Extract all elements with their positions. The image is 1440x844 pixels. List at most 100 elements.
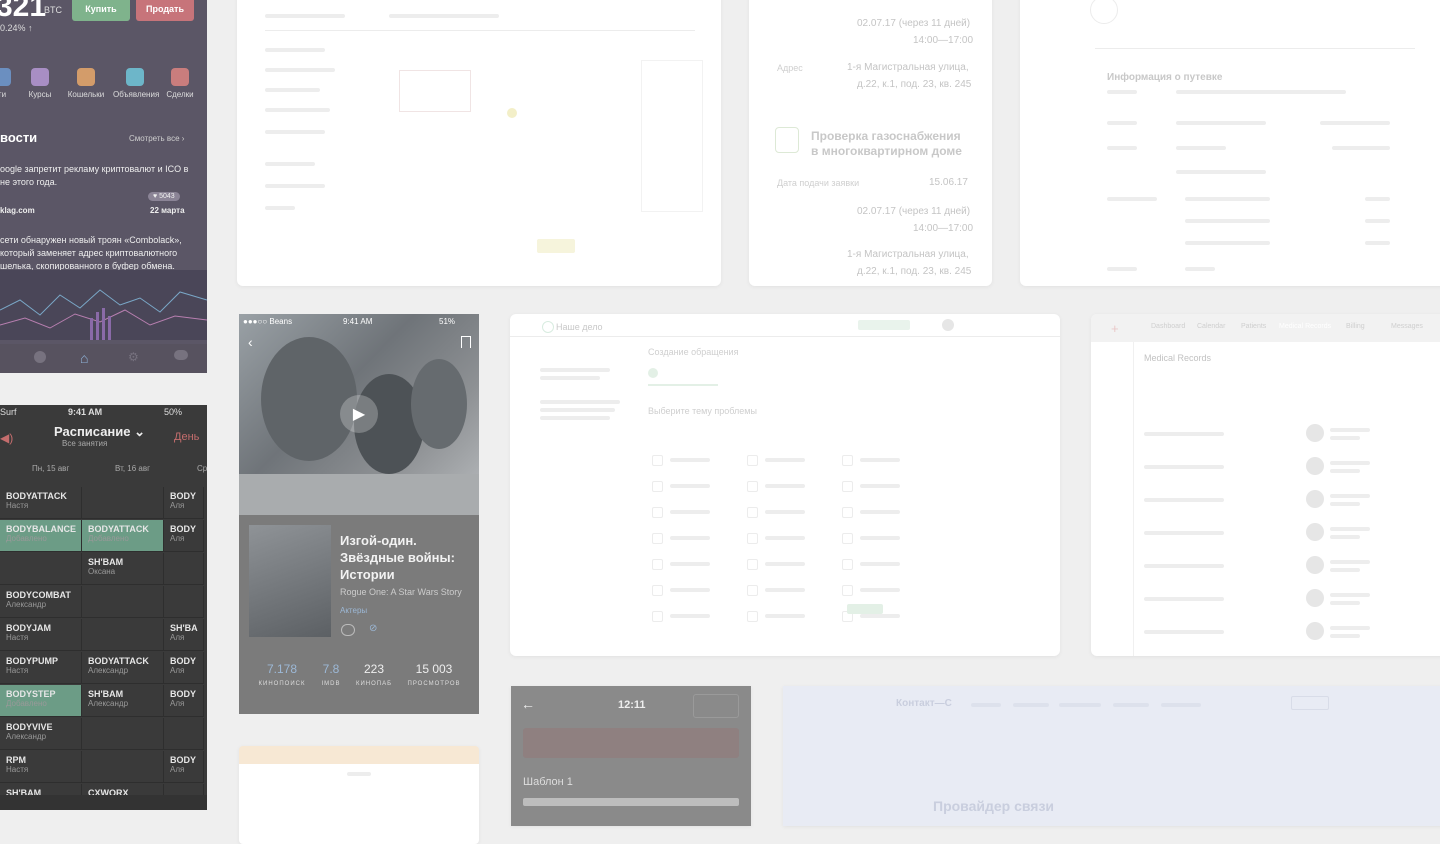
cast-link[interactable]: Актеры [340, 606, 367, 615]
back-arrow-icon[interactable]: ‹ [248, 334, 253, 350]
schedule-cell[interactable]: BODYATTACK Добавлено [82, 520, 164, 552]
class-name: BODYCOMBAT [6, 590, 71, 600]
table-row[interactable] [1144, 455, 1440, 479]
hide-icon[interactable]: ⊘ [369, 623, 377, 634]
topic-option[interactable] [747, 584, 827, 598]
schedule-cell[interactable]: RPM Настя [0, 751, 82, 783]
tab-patients[interactable]: Patients [1241, 323, 1266, 330]
schedule-cell[interactable]: BODYATTACK Александр [82, 652, 164, 684]
schedule-cell[interactable]: SH'BA Аля [164, 619, 204, 651]
flame-icon [775, 127, 799, 153]
topic-option[interactable] [652, 506, 732, 520]
buy-button[interactable]: Купить [72, 0, 130, 21]
schedule-cell[interactable]: BODY Аля [164, 520, 204, 552]
home-icon[interactable]: ⌂ [80, 350, 88, 366]
tab-deals[interactable]: Сделки [160, 68, 200, 99]
topic-option[interactable] [652, 454, 732, 468]
tab-medical-records[interactable]: Medical Records [1279, 323, 1331, 330]
topic-option[interactable] [747, 558, 827, 572]
tab-wallets[interactable]: Кошельки [66, 68, 106, 99]
topic-option[interactable] [747, 480, 827, 494]
class-name: BODY [170, 755, 197, 765]
back-icon[interactable]: ◀) [0, 431, 13, 445]
step-indicator [648, 368, 658, 378]
hero-heading: Провайдер связи [933, 798, 1055, 814]
instructor-name: Добавлено [88, 534, 129, 543]
bookmark-icon[interactable] [461, 336, 471, 348]
schedule-cell [82, 718, 164, 750]
class-name: BODYVIVE [6, 722, 53, 732]
topic-option[interactable] [652, 558, 732, 572]
schedule-cell[interactable]: BODY Аля [164, 751, 204, 783]
tab-news[interactable]: ти [0, 68, 22, 99]
download-icon[interactable] [341, 624, 355, 636]
schedule-cell[interactable]: BODYVIVE Александр [0, 718, 82, 750]
day-header-1: Пн, 15 авг [32, 464, 70, 473]
submit-button[interactable] [537, 239, 575, 253]
avatar[interactable] [942, 319, 954, 331]
tab-billing[interactable]: Billing [1346, 323, 1365, 330]
rating-kinopab: 223 КИНОПАБ [355, 662, 393, 687]
topic-option[interactable] [652, 610, 732, 624]
instructor-name: Добавлено [6, 699, 47, 708]
class-name: BODYPUMP [6, 656, 59, 666]
schedule-cell[interactable]: BODYATTACK Настя [0, 487, 82, 519]
tab-ads[interactable]: Объявления [113, 68, 159, 99]
topic-option[interactable] [842, 558, 922, 572]
schedule-cell[interactable]: BODYJAM Настя [0, 619, 82, 651]
flag-button[interactable] [693, 694, 739, 718]
topic-option[interactable] [652, 532, 732, 546]
table-row[interactable] [1144, 620, 1440, 644]
schedule-cell[interactable]: BODY Аля [164, 487, 204, 519]
topic-option[interactable] [652, 584, 732, 598]
tab-rates[interactable]: Курсы [20, 68, 60, 99]
schedule-cell[interactable]: BODYCOMBAT Александр [0, 586, 82, 618]
table-row[interactable] [1144, 587, 1440, 611]
schedule-cell[interactable]: SH'BAM Александр [82, 685, 164, 717]
class-name: BODY [170, 656, 197, 666]
login-button[interactable] [1291, 696, 1329, 710]
schedule-cell[interactable]: BODYPUMP Настя [0, 652, 82, 684]
tab-dashboard[interactable]: Dashboard [1151, 323, 1185, 330]
settings-icon[interactable]: ⚙ [128, 350, 139, 364]
news-item-1-text[interactable]: oogle запретит рекламу криптовалют и ICO… [0, 163, 190, 189]
template-time: 12:11 [618, 699, 646, 711]
see-all-link[interactable]: Смотреть все › [129, 134, 184, 143]
topic-option[interactable] [652, 480, 732, 494]
calendar-today-marker [507, 108, 517, 118]
schedule-title[interactable]: Расписание ⌄ [54, 424, 145, 440]
table-row[interactable] [1144, 554, 1440, 578]
topic-option[interactable] [842, 454, 922, 468]
back-arrow-icon[interactable]: ← [521, 696, 535, 712]
topic-option[interactable] [747, 532, 827, 546]
tab-calendar[interactable]: Calendar [1197, 323, 1225, 330]
chat-icon[interactable] [174, 350, 188, 360]
schedule-cell[interactable]: BODY Аля [164, 652, 204, 684]
tab-messages[interactable]: Messages [1391, 323, 1423, 330]
coin-icon[interactable] [34, 351, 46, 363]
topic-option[interactable] [842, 532, 922, 546]
topic-option[interactable] [747, 454, 827, 468]
topic-option[interactable] [842, 506, 922, 520]
schedule-cell[interactable]: BODY Аля [164, 685, 204, 717]
table-row[interactable] [1144, 422, 1440, 446]
topic-option[interactable] [747, 610, 827, 624]
topic-option[interactable] [842, 584, 922, 598]
topic-option[interactable] [842, 480, 922, 494]
day-view-button[interactable]: День [174, 431, 199, 443]
schedule-cell[interactable]: SH'BAM Оксана [82, 553, 164, 585]
news-item-2-text[interactable]: сети обнаружен новый троян «Combolack», … [0, 234, 190, 273]
table-row[interactable] [1144, 521, 1440, 545]
sell-button[interactable]: Продать [136, 0, 194, 21]
schedule-cell[interactable]: BODYBALANCE Добавлено [0, 520, 82, 552]
create-request-button[interactable] [858, 320, 910, 330]
status-carrier: Surf [0, 407, 17, 417]
template-input[interactable] [523, 798, 739, 806]
schedule-cell[interactable]: BODYSTEP Добавлено [0, 685, 82, 717]
topic-option[interactable] [747, 506, 827, 520]
next-button[interactable] [847, 604, 883, 614]
class-name: SH'BAM [88, 689, 124, 699]
table-row[interactable] [1144, 488, 1440, 512]
play-icon[interactable]: ▶ [340, 395, 378, 433]
instructor-name: Александр [6, 732, 47, 741]
